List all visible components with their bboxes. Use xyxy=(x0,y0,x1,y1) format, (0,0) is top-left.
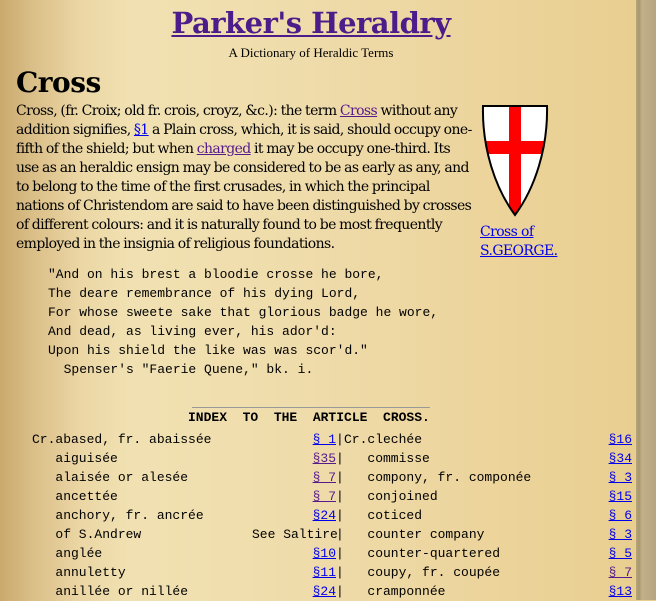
shield-caption: Cross of S.GEORGE. xyxy=(480,223,600,261)
index-section-link[interactable]: § 5 xyxy=(609,546,632,561)
index-section-link[interactable]: §35 xyxy=(313,451,336,466)
index-row: anillée or nillée §24 | cramponnée §13 xyxy=(32,582,632,601)
column-separator: | xyxy=(336,489,344,504)
index-section-link[interactable]: §24 xyxy=(313,584,336,599)
section-1-link[interactable]: §1 xyxy=(134,122,149,138)
index-section-link[interactable]: §15 xyxy=(609,489,632,504)
index-term: of S.Andrew xyxy=(32,527,142,542)
index-section-link[interactable]: § 7 xyxy=(609,565,632,580)
site-title: Parker's Heraldry xyxy=(0,6,622,40)
index-term: ancettée xyxy=(32,489,118,504)
index-section-link[interactable]: § 3 xyxy=(609,470,632,485)
index-row: annuletty §11 | coupy, fr. coupée § 7 xyxy=(32,563,632,582)
index-table: Cr.abased, fr. abaissée § 1 | Cr.clechée §16… xyxy=(32,430,632,601)
cross-of-st-george-link[interactable]: Cross of S.GEORGE. xyxy=(480,224,558,259)
index-term: counter-quartered xyxy=(344,546,501,561)
index-see-reference: See Saltire xyxy=(252,527,338,542)
index-term: anillée or nillée xyxy=(32,584,189,599)
column-separator: | xyxy=(336,527,344,542)
index-title: INDEX TO THE ARTICLE CROSS. xyxy=(188,410,430,425)
column-separator: | xyxy=(336,508,344,523)
index-row: anchory, fr. ancrée §24 | coticed § 6 xyxy=(32,506,632,525)
shield-st-george-icon[interactable] xyxy=(480,103,580,222)
index-row: anglée §10 | counter-quartered § 5 xyxy=(32,544,632,563)
charged-link[interactable]: charged xyxy=(197,141,252,157)
index-row: Cr.abased, fr. abaissée § 1 | Cr.clechée §16 xyxy=(32,430,632,449)
index-section-link[interactable]: §24 xyxy=(313,508,336,523)
index-term: counter company xyxy=(344,527,485,542)
index-term: aiguisée xyxy=(32,451,118,466)
index-section-link[interactable]: §34 xyxy=(609,451,632,466)
spenser-quote: "And on his brest a bloodie crosse he bo… xyxy=(48,267,439,377)
index-row: ancettée § 7 | conjoined §15 xyxy=(32,487,632,506)
index-term: compony, fr. componée xyxy=(344,470,532,485)
index-term: commisse xyxy=(344,451,430,466)
column-separator: | xyxy=(336,470,344,485)
index-term: anchory, fr. ancrée xyxy=(32,508,204,523)
index-row: alaisée or alesée § 7 | compony, fr. compo… xyxy=(32,468,632,487)
window-frame-edge xyxy=(636,0,656,600)
article-heading: Cross xyxy=(16,66,101,99)
index-section-link[interactable]: § 7 xyxy=(313,470,336,485)
column-separator: | xyxy=(336,546,344,561)
article-body: Cross, (fr. Croix; old fr. crois, croyz,… xyxy=(16,103,472,252)
index-term: coupy, fr. coupée xyxy=(344,565,501,580)
index-term: annuletty xyxy=(32,565,126,580)
index-section-link[interactable]: §10 xyxy=(313,546,336,561)
column-separator: | xyxy=(336,451,344,466)
index-section-link[interactable]: § 3 xyxy=(609,527,632,542)
index-term: conjoined xyxy=(344,489,438,504)
index-term: Cr.clechée xyxy=(344,432,423,447)
index-section-link[interactable]: §11 xyxy=(313,565,336,580)
index-row: aiguisée §35 | commisse §34 xyxy=(32,449,632,468)
cross-link[interactable]: Cross xyxy=(340,103,378,119)
index-term: Cr.abased, fr. abaissée xyxy=(32,432,212,447)
index-section-link[interactable]: § 1 xyxy=(313,432,336,447)
index-divider xyxy=(192,407,430,408)
column-separator: | xyxy=(336,565,344,580)
index-row: of S.Andrew See Saltire | counter company §… xyxy=(32,525,632,544)
index-section-link[interactable]: § 7 xyxy=(313,489,336,504)
site-title-link[interactable]: Parker's Heraldry xyxy=(171,6,451,40)
index-section-link[interactable]: §16 xyxy=(609,432,632,447)
index-term: coticed xyxy=(344,508,423,523)
site-subtitle: A Dictionary of Heraldic Terms xyxy=(228,45,394,60)
index-term: anglée xyxy=(32,546,103,561)
index-term: alaisée or alesée xyxy=(32,470,189,485)
column-separator: | xyxy=(336,432,344,447)
index-section-link[interactable]: § 6 xyxy=(609,508,632,523)
column-separator: | xyxy=(336,584,344,599)
index-term: cramponnée xyxy=(344,584,446,599)
index-section-link[interactable]: §13 xyxy=(609,584,632,599)
